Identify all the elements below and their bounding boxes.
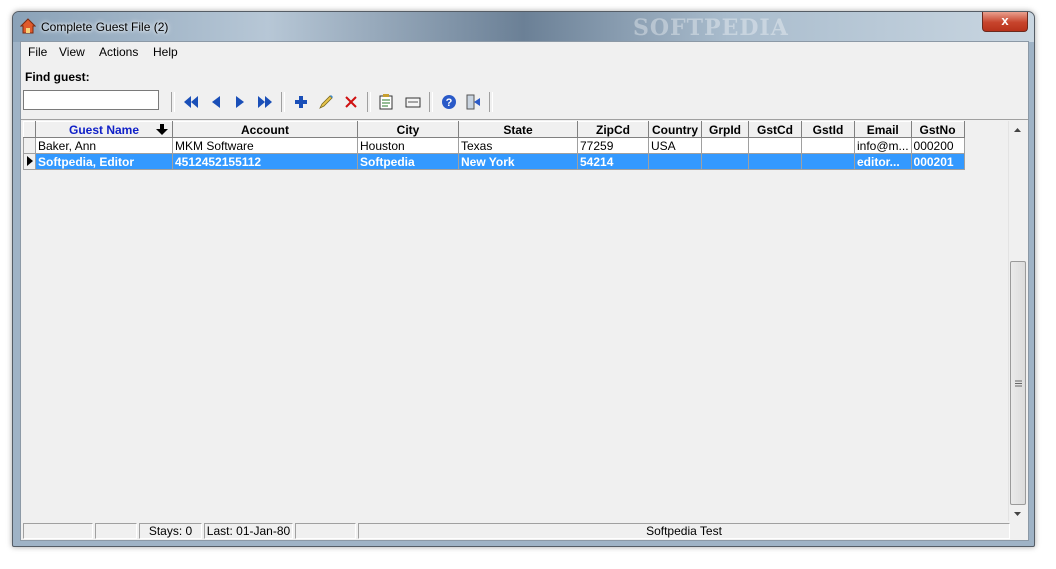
menu-help[interactable]: Help [153,45,178,59]
status-last: Last: 01-Jan-80 [204,523,293,539]
cell-state[interactable]: Texas [458,137,578,154]
last-record-icon[interactable] [255,92,275,112]
app-house-icon [20,18,36,34]
first-record-icon[interactable] [181,92,201,112]
toolbar-separator [489,92,493,112]
cell-city[interactable]: Softpedia [357,153,459,170]
column-header-gstcd[interactable]: GstCd [748,121,802,138]
watermark: SOFTPEDIA [633,15,789,41]
status-message: Softpedia Test [358,523,1010,539]
menu-file[interactable]: File [28,45,47,59]
add-guest-icon[interactable] [291,92,311,112]
toolbar-separator [281,92,285,112]
scrollbar-thumb[interactable] [1010,261,1026,505]
cell-guest-name[interactable]: Baker, Ann [35,137,173,154]
cell-grpid[interactable] [701,137,749,154]
status-panel-empty [95,523,137,539]
cell-country[interactable] [648,153,702,170]
grip-icon [1014,380,1022,386]
cell-guest-name[interactable]: Softpedia, Editor [35,153,173,170]
guest-file-window: Complete Guest File (2) SOFTPEDIA x File… [12,11,1035,547]
find-guest-label: Find guest: [25,70,90,84]
current-row-arrow-icon [26,155,33,166]
column-header-zipcd[interactable]: ZipCd [577,121,649,138]
menu-view[interactable]: View [59,45,85,59]
table-row[interactable]: Baker, Ann MKM Software Houston Texas 77… [23,137,965,154]
column-header-account[interactable]: Account [172,121,358,138]
column-header-guest-name[interactable]: Guest Name [35,121,173,138]
vertical-scrollbar[interactable] [1008,121,1026,522]
cell-gstno[interactable]: 000200 [910,137,965,154]
column-header-gstno[interactable]: GstNo [910,121,965,138]
header-row: Guest Name Account City State ZipCd Coun… [23,121,965,138]
previous-record-icon[interactable] [206,92,226,112]
client-area: File View Actions Help Find guest: ? Gue… [20,41,1029,541]
cell-email[interactable]: editor... [854,153,912,170]
toolbar-separator [429,92,433,112]
row-indicator-header [23,121,36,138]
menu-bar: File View Actions Help [21,42,1028,63]
window-title: Complete Guest File (2) [41,20,169,34]
toolbar-separator [171,92,175,112]
cell-gstid[interactable] [801,153,855,170]
scroll-up-icon[interactable] [1009,121,1026,138]
status-panel-empty [295,523,356,539]
cell-email[interactable]: info@m... [854,137,912,154]
cell-grpid[interactable] [701,153,749,170]
column-header-label: Guest Name [68,122,140,137]
cell-zipcd[interactable]: 54214 [577,153,649,170]
column-header-state[interactable]: State [458,121,578,138]
row-indicator[interactable] [23,137,36,154]
close-button[interactable]: x [982,12,1028,32]
find-guest-input[interactable] [23,90,159,110]
exit-icon[interactable] [463,92,483,112]
sort-down-arrow-icon [156,124,168,135]
column-header-grpid[interactable]: GrpId [701,121,749,138]
cell-account[interactable]: 4512452155112 [172,153,358,170]
toolbar-separator [367,92,371,112]
cell-gstcd[interactable] [748,137,802,154]
table-row[interactable]: Softpedia, Editor 4512452155112 Softpedi… [23,153,965,170]
status-bar: Stays: 0 Last: 01-Jan-80 Softpedia Test [21,521,1028,540]
guest-grid[interactable]: Guest Name Account City State ZipCd Coun… [21,119,1028,524]
guest-card-icon[interactable] [403,92,423,112]
guest-report-icon[interactable] [376,92,396,112]
cell-state[interactable]: New York [458,153,578,170]
cell-city[interactable]: Houston [357,137,459,154]
scroll-down-icon[interactable] [1009,505,1026,522]
svg-text:?: ? [446,97,453,109]
cell-country[interactable]: USA [648,137,702,154]
cell-zipcd[interactable]: 77259 [577,137,649,154]
help-icon[interactable]: ? [439,92,459,112]
cell-gstno[interactable]: 000201 [910,153,965,170]
column-header-gstid[interactable]: GstId [801,121,855,138]
title-bar[interactable]: Complete Guest File (2) SOFTPEDIA x [13,12,1034,42]
row-indicator[interactable] [23,153,36,170]
cell-gstid[interactable] [801,137,855,154]
cell-account[interactable]: MKM Software [172,137,358,154]
menu-actions[interactable]: Actions [99,45,138,59]
delete-guest-icon[interactable] [341,92,361,112]
column-header-email[interactable]: Email [854,121,912,138]
status-panel-empty [23,523,93,539]
guest-table: Guest Name Account City State ZipCd Coun… [23,121,965,170]
status-stays: Stays: 0 [139,523,202,539]
column-header-city[interactable]: City [357,121,459,138]
cell-gstcd[interactable] [748,153,802,170]
edit-guest-icon[interactable] [316,92,336,112]
next-record-icon[interactable] [230,92,250,112]
column-header-country[interactable]: Country [648,121,702,138]
